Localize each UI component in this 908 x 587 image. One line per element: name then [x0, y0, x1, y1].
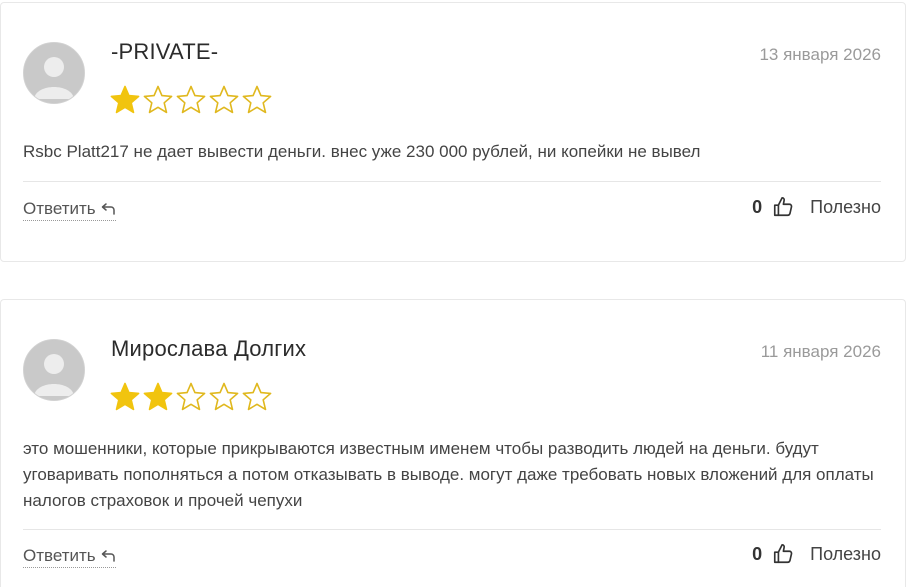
star-filled-icon	[110, 382, 140, 411]
review-date: 11 января 2026	[760, 342, 881, 361]
star-empty-icon	[242, 382, 272, 411]
avatar-placeholder-icon	[24, 43, 84, 103]
review-text: это мошенники, которые прикрываются изве…	[23, 439, 874, 510]
thumbs-up-icon[interactable]	[772, 543, 794, 565]
reply-button[interactable]: Ответить	[23, 546, 116, 568]
rating-stars	[109, 84, 273, 118]
star-empty-icon	[209, 85, 239, 114]
helpful-count: 0	[752, 543, 763, 564]
rating-stars	[109, 381, 273, 415]
star-filled-icon	[143, 382, 173, 411]
star-empty-icon	[176, 85, 206, 114]
star-empty-icon	[242, 85, 272, 114]
review-date: 13 января 2026	[759, 45, 881, 64]
avatar	[23, 339, 85, 401]
reviews-feed: -PRIVATE- 13 января 2026 Rsbc Platt217 н…	[0, 0, 908, 587]
helpful-block: 0 Полезно	[752, 543, 881, 565]
divider	[23, 181, 881, 182]
star-empty-icon	[209, 382, 239, 411]
star-filled-icon	[110, 85, 140, 114]
helpful-label: Полезно	[810, 543, 881, 564]
divider	[23, 529, 881, 530]
reply-button[interactable]: Ответить	[23, 199, 116, 221]
helpful-count: 0	[752, 196, 763, 217]
reply-label: Ответить	[23, 546, 96, 565]
reply-arrow-icon	[101, 203, 115, 215]
helpful-block: 0 Полезно	[752, 196, 881, 218]
avatar	[23, 42, 85, 104]
star-empty-icon	[176, 382, 206, 411]
star-empty-icon	[143, 85, 173, 114]
reply-arrow-icon	[101, 550, 115, 562]
review-card: Мирослава Долгих 11 января 2026 это моше…	[0, 299, 906, 587]
review-author: Мирослава Долгих	[111, 336, 307, 361]
helpful-label: Полезно	[810, 196, 881, 217]
avatar-placeholder-icon	[24, 340, 84, 400]
review-card: -PRIVATE- 13 января 2026 Rsbc Platt217 н…	[0, 2, 906, 262]
review-author: -PRIVATE-	[111, 39, 219, 64]
reply-label: Ответить	[23, 199, 96, 218]
review-text: Rsbc Platt217 не дает вывести деньги. вн…	[23, 142, 701, 161]
thumbs-up-icon[interactable]	[772, 196, 794, 218]
